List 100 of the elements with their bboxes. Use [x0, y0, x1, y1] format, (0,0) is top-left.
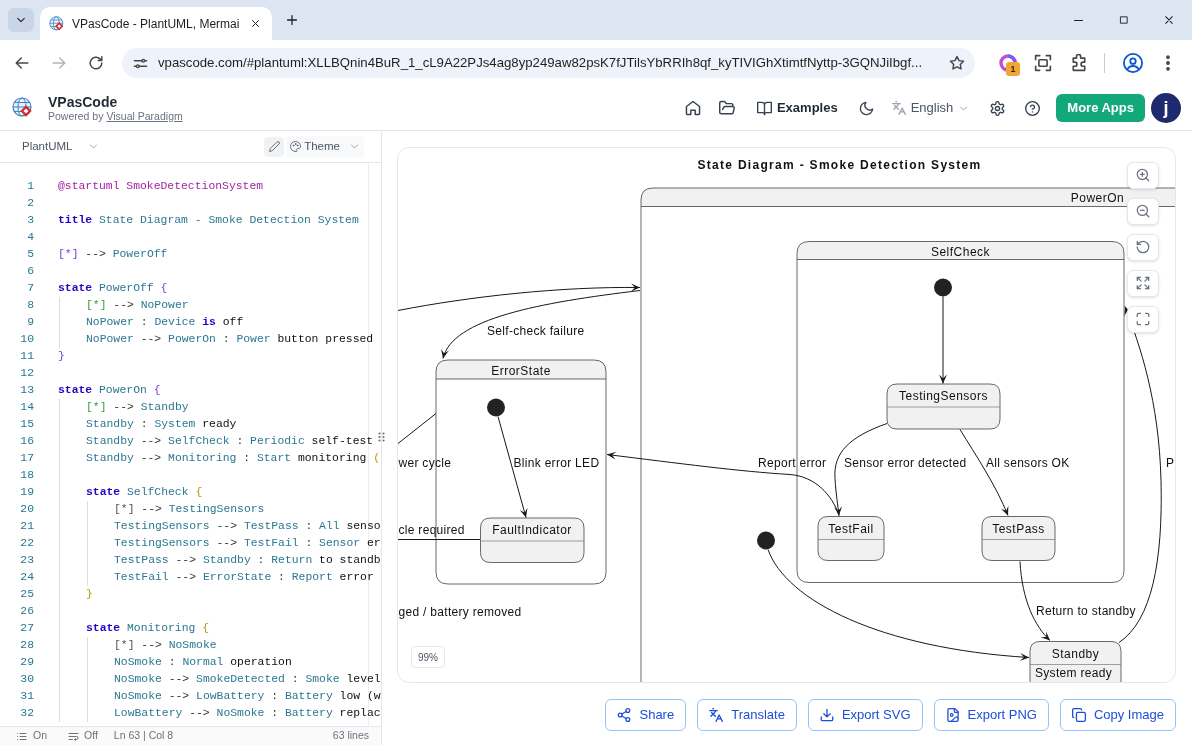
line-number: 16: [19, 433, 34, 449]
settings-icon[interactable]: [990, 100, 1006, 116]
state-node: TestPass: [981, 515, 1056, 561]
line-number: 25: [19, 586, 34, 602]
tab-list-button[interactable]: [8, 8, 34, 32]
back-icon[interactable]: [14, 55, 30, 71]
resize-grip-icon[interactable]: [378, 432, 385, 442]
code-line: NoSmoke --> SmokeDetected : Smoke level: [114, 671, 381, 687]
translate-button[interactable]: Translate: [697, 699, 797, 731]
start-dot-icon: [757, 531, 775, 549]
code-line: title State Diagram - Smoke Detection System: [58, 212, 359, 228]
browser-tab[interactable]: VPasCode - PlantUML, Mermai: [40, 7, 272, 40]
line-number: 32: [19, 705, 34, 721]
line-number: 20: [19, 501, 34, 517]
fit-button[interactable]: [1127, 269, 1159, 297]
translate-icon: [709, 708, 724, 722]
code-line: TestingSensors --> TestFail : Sensor er: [114, 535, 381, 551]
help-icon[interactable]: [1025, 100, 1041, 116]
code-line: Standby --> Monitoring : Start monitoring (: [86, 450, 380, 466]
line-number: 17: [19, 450, 34, 466]
app-name: VPasCode: [48, 93, 119, 110]
line-number: 2: [26, 195, 34, 211]
line-number: 11: [19, 348, 34, 364]
code-line: @startuml SmokeDetectionSystem: [58, 178, 264, 194]
copy-image-button[interactable]: Copy Image: [1059, 699, 1176, 731]
transition-label: ged / battery removed: [398, 604, 522, 618]
folder-icon[interactable]: [718, 100, 735, 116]
transition-label: Self-check failure: [487, 323, 585, 338]
line-number: 3: [26, 212, 34, 228]
line-number: 28: [19, 637, 34, 653]
line-number: 18: [19, 467, 34, 483]
line-number: 9: [26, 314, 34, 330]
line-number: 6: [26, 263, 34, 279]
reset-button[interactable]: [1127, 233, 1159, 261]
avatar[interactable]: j: [1151, 93, 1181, 123]
diagram-title: State Diagram - Smoke Detection System: [697, 157, 982, 172]
maximize-icon[interactable]: [1118, 15, 1129, 25]
file-image-icon: [945, 708, 960, 722]
profile-icon[interactable]: [1123, 53, 1143, 73]
list-toggle[interactable]: On: [16, 728, 47, 744]
reload-icon[interactable]: [88, 55, 104, 71]
moon-icon[interactable]: [858, 100, 874, 116]
line-count: 63 lines: [332, 728, 369, 744]
line-number: 31: [19, 688, 34, 704]
plus-icon[interactable]: [285, 13, 299, 27]
code-line: NoSmoke : Normal operation: [114, 654, 292, 670]
close-icon[interactable]: [250, 18, 261, 29]
logo-icon: [12, 97, 34, 119]
line-number: 24: [19, 569, 34, 585]
line-number: 7: [26, 280, 34, 296]
export-png-button[interactable]: Export PNG: [933, 699, 1049, 731]
transition-label: Sensor error detected: [844, 455, 967, 469]
line-number: 1: [26, 178, 34, 194]
state-node: TestFail: [817, 515, 885, 561]
zoom-in-button[interactable]: [1127, 161, 1159, 189]
code-line: state PowerOn {: [58, 382, 161, 398]
wrap-toggle[interactable]: Off: [68, 728, 98, 744]
book-icon: [756, 100, 772, 116]
edit-button[interactable]: [264, 136, 285, 157]
diagram-type-dropdown[interactable]: PlantUML: [22, 137, 99, 156]
wrap-icon: [68, 730, 79, 742]
state-description: System ready: [1035, 665, 1112, 679]
language-select[interactable]: English: [891, 98, 970, 118]
star-icon[interactable]: [949, 55, 965, 71]
fullscreen-button[interactable]: [1127, 305, 1159, 333]
examples-button[interactable]: Examples: [756, 98, 838, 118]
zoom-out-button[interactable]: [1127, 197, 1159, 225]
start-dot-icon: [487, 398, 505, 416]
pencil-icon: [268, 141, 280, 152]
share-button[interactable]: Share: [605, 699, 687, 731]
globe-icon: [49, 15, 65, 32]
url-text: vpascode.com/#plantuml:XLLBQnin4BuR_1_cL9A22PJs4ag8yp249aw82psK7fJTilsYbRRIh8qf_kyTIVIGhXtimtfNyttp-3GQNJiIbgf...: [158, 54, 923, 73]
code-line: [*] --> PowerOff: [58, 246, 168, 262]
palette-icon: [290, 141, 302, 152]
line-number: 4: [26, 229, 34, 245]
transition-label: cle required: [398, 522, 465, 536]
screen-capture-icon[interactable]: [1034, 54, 1052, 72]
tagline: Powered by: [48, 109, 104, 123]
line-number: 23: [19, 552, 34, 568]
address-bar[interactable]: vpascode.com/#plantuml:XLLBQnin4BuR_1_cL9A22PJs4ag8yp249aw82psK7fJTilsYbRRIh8qf_kyTIVIGhXtimtfNyttp-3GQNJiIbgf...: [122, 48, 975, 78]
code-line: LowBattery --> NoSmoke : Battery replac: [114, 705, 381, 721]
code-line: state Monitoring {: [86, 620, 210, 636]
line-number: 26: [19, 603, 34, 619]
line-number: 22: [19, 535, 34, 551]
export-svg-button[interactable]: Export SVG: [807, 699, 923, 731]
code-line: }: [86, 586, 93, 602]
code-line: }: [58, 348, 65, 364]
line-number: 8: [26, 297, 34, 313]
fullscreen-icon: [1136, 312, 1150, 326]
theme-dropdown[interactable]: Theme: [286, 135, 364, 158]
code-line: NoPower : Device is off: [86, 314, 244, 330]
code-line: NoSmoke --> LowBattery : Battery low (w: [114, 688, 381, 704]
close-icon[interactable]: [1162, 14, 1175, 26]
code-line: Standby : System ready: [86, 416, 237, 432]
powered-by-link[interactable]: Visual Paradigm: [106, 109, 183, 123]
line-number: 13: [19, 382, 34, 398]
home-icon[interactable]: [684, 100, 701, 116]
line-number: 27: [19, 620, 34, 636]
line-number: 12: [19, 365, 34, 381]
puzzle-icon[interactable]: [1070, 54, 1088, 72]
